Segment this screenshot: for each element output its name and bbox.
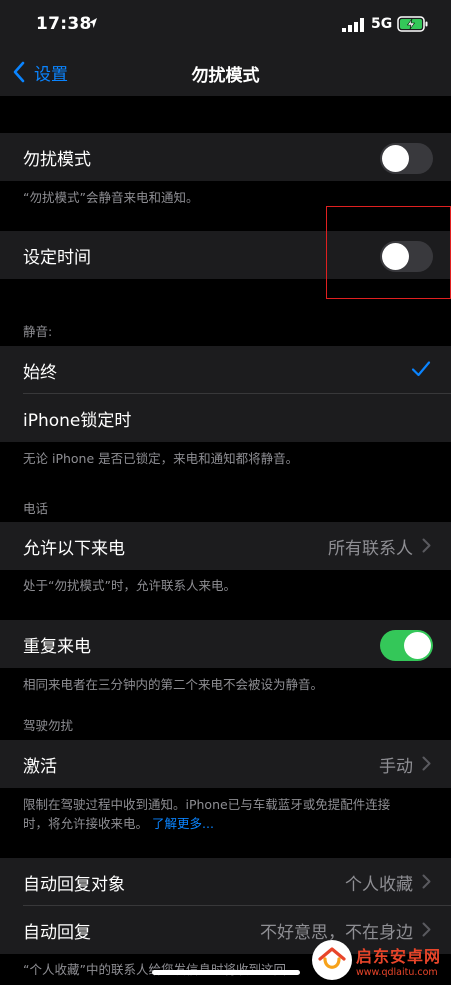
chevron-right-icon bbox=[422, 756, 431, 771]
watermark-text: 启东安卓网 www.qdlaitu.com bbox=[356, 943, 441, 978]
driving-header: 驾驶勿扰 bbox=[23, 718, 74, 733]
auto-reply-to-row[interactable]: 自动回复对象 个人收藏 bbox=[0, 858, 451, 906]
location-arrow-icon bbox=[89, 18, 97, 28]
silence-header: 静音: bbox=[23, 324, 53, 339]
status-bar: 17:38 5G bbox=[0, 0, 451, 48]
checkmark-icon bbox=[411, 361, 431, 377]
driving-activate-row[interactable]: 激活 手动 bbox=[0, 740, 451, 788]
navigation-bar: 设置 勿扰模式 bbox=[0, 48, 451, 96]
chevron-right-icon bbox=[422, 538, 431, 553]
battery-charging-icon bbox=[397, 16, 428, 32]
toggle-knob bbox=[382, 145, 409, 172]
activate-value: 手动 bbox=[379, 757, 413, 777]
auto-reply-to-value: 个人收藏 bbox=[345, 875, 413, 895]
watermark-name: 启东安卓网 bbox=[356, 946, 442, 966]
learn-more-link[interactable]: 了解更多... bbox=[152, 816, 214, 831]
cellular-signal-icon bbox=[342, 18, 364, 32]
scheduled-label: 设定时间 bbox=[23, 248, 91, 268]
silence-note: 无论 iPhone 是否已锁定，来电和通知都将静音。 bbox=[23, 451, 299, 466]
home-indicator[interactable] bbox=[152, 970, 300, 975]
allow-calls-note: 处于“勿扰模式”时，允许联系人来电。 bbox=[23, 578, 236, 593]
toggle-knob bbox=[404, 632, 431, 659]
allow-calls-value: 所有联系人 bbox=[328, 539, 413, 559]
silence-option-locked[interactable]: iPhone锁定时 bbox=[0, 394, 451, 442]
driving-note: 限制在驾驶过程中收到通知。iPhone已与车载蓝牙或免提配件连接 时，将允许接收… bbox=[23, 795, 437, 833]
driving-note-text: 时，将允许接收来电。 bbox=[23, 816, 149, 831]
dnd-note: “勿扰模式”会静音来电和通知。 bbox=[23, 190, 199, 205]
watermark-url: www.qdlaitu.com bbox=[356, 966, 438, 978]
activate-label: 激活 bbox=[23, 757, 57, 777]
driving-note-line1: 限制在驾驶过程中收到通知。iPhone已与车载蓝牙或免提配件连接 bbox=[23, 797, 391, 812]
repeated-calls-label: 重复来电 bbox=[23, 637, 91, 657]
status-time: 17:38 bbox=[36, 14, 92, 34]
dnd-toggle[interactable] bbox=[380, 143, 433, 174]
network-type: 5G bbox=[371, 16, 393, 32]
highlight-annotation bbox=[326, 206, 451, 299]
allow-calls-row[interactable]: 允许以下来电 所有联系人 bbox=[0, 522, 451, 570]
page-title: 勿扰模式 bbox=[191, 66, 260, 86]
option-label: iPhone锁定时 bbox=[23, 411, 132, 431]
allow-calls-label: 允许以下来电 bbox=[23, 539, 125, 559]
dnd-row: 勿扰模式 bbox=[0, 133, 451, 181]
phone-header: 电话 bbox=[23, 501, 49, 516]
repeated-calls-toggle[interactable] bbox=[380, 630, 433, 661]
option-label: 始终 bbox=[23, 363, 57, 383]
auto-reply-to-label: 自动回复对象 bbox=[23, 875, 125, 895]
dnd-label: 勿扰模式 bbox=[23, 150, 91, 170]
watermark-logo-icon bbox=[312, 940, 352, 980]
repeated-calls-row: 重复来电 bbox=[0, 620, 451, 668]
chevron-right-icon bbox=[422, 874, 431, 889]
silence-option-always[interactable]: 始终 bbox=[0, 346, 451, 394]
auto-reply-label: 自动回复 bbox=[23, 923, 91, 943]
watermark: 启东安卓网 www.qdlaitu.com bbox=[312, 935, 451, 985]
repeated-calls-note: 相同来电者在三分钟内的第二个来电不会被设为静音。 bbox=[23, 677, 324, 692]
driving-note-line2: 时，将允许接收来电。 了解更多... bbox=[23, 814, 437, 833]
house-icon bbox=[318, 947, 346, 969]
